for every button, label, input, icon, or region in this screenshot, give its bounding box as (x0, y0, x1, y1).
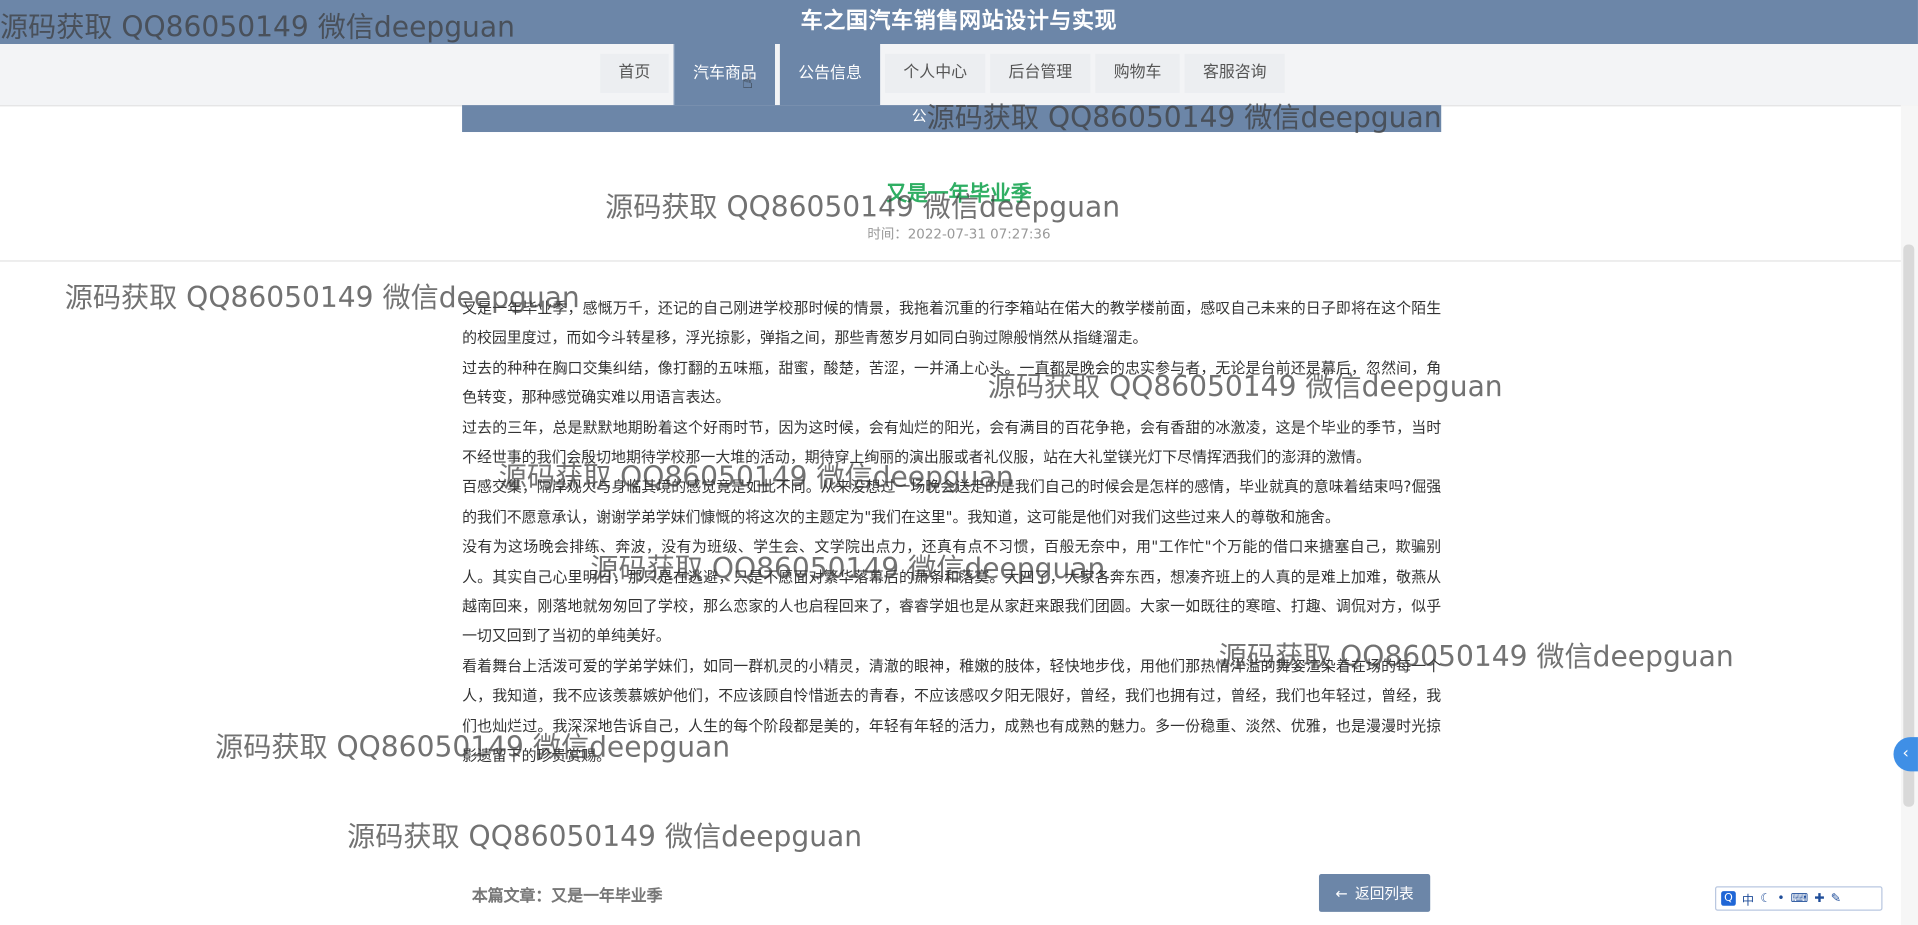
article-content: 又是一年毕业季，感慨万千，还记的自己刚进学校那时候的情景，我拖着沉重的行李箱站在… (462, 293, 1441, 770)
article-paragraph: 过去的种种在胸口交集纠结，像打翻的五味瓶，甜蜜，酸楚，苦涩，一并涌上心头。一直都… (462, 359, 1442, 407)
nav-item-announcements[interactable]: 公告信息 (779, 44, 881, 106)
article-paragraph: 百感交集，隔岸观火与身临其境的感觉竟是如此不同。从来没想过一场晚会送走的是我们自… (462, 478, 1442, 526)
article-paragraph: 没有为这场晚会排练、奔波，没有为班级、学生会、文学院出点力，还真有点不习惯，百般… (462, 538, 1442, 645)
ime-mode-label[interactable]: 中 (1742, 889, 1754, 907)
back-button-label: 返回列表 (1355, 885, 1414, 903)
mouse-pointer-icon: ☝ (741, 70, 754, 93)
site-title: 车之国汽车销售网站设计与实现 (800, 8, 1118, 35)
article-paragraph: 看着舞台上活泼可爱的学弟学妹们，如同一群机灵的小精灵，清澈的眼神，稚嫩的肢体，轻… (462, 657, 1442, 765)
top-header-bar: 车之国汽车销售网站设计与实现 (0, 0, 1918, 45)
article-paragraph: 过去的三年，总是默默地期盼着这个好雨时节，因为这时候，会有灿烂的阳光，会有满目的… (462, 418, 1442, 466)
punctuation-icon[interactable]: • (1777, 892, 1784, 905)
moon-icon[interactable]: ☾ (1760, 892, 1771, 905)
arrow-left-icon: ← (1335, 884, 1348, 902)
divider (0, 260, 1901, 262)
chevron-left-icon: ‹ (1902, 744, 1909, 763)
nav-menu: 首页 汽车商品 公告信息 个人中心 后台管理 购物车 客服咨询 (600, 44, 1285, 106)
nav-item-home[interactable]: 首页 (600, 53, 669, 93)
keyboard-icon[interactable]: ⌨ (1791, 892, 1809, 905)
ime-toolbar[interactable]: Q 中 ☾ • ⌨ ✚ ✎ (1715, 886, 1883, 911)
settings-icon[interactable]: ✎ (1831, 892, 1841, 905)
scrollbar-thumb[interactable] (1903, 244, 1915, 807)
current-article-label: 本篇文章：又是一年毕业季 (471, 887, 663, 906)
article-time: 时间：2022-07-31 07:27:36 (867, 226, 1051, 243)
nav-item-customer-service[interactable]: 客服咨询 (1184, 53, 1285, 93)
skin-icon[interactable]: ✚ (1814, 892, 1824, 905)
banner-text: 公 (911, 107, 927, 125)
article-paragraph: 又是一年毕业季，感慨万千，还记的自己刚进学校那时候的情景，我拖着沉重的行李箱站在… (462, 299, 1442, 347)
article-title: 又是一年毕业季 (886, 182, 1032, 207)
main-navbar: 首页 汽车商品 公告信息 个人中心 后台管理 购物车 客服咨询 (0, 44, 1918, 107)
watermark-text: 源码获取 QQ86050149 微信deepguan (347, 821, 863, 854)
nav-item-car-products[interactable]: 汽车商品 (673, 44, 776, 106)
side-collapse-tab[interactable]: ‹ (1893, 737, 1918, 772)
ime-logo-icon: Q (1721, 891, 1736, 906)
nav-item-admin[interactable]: 后台管理 (990, 53, 1091, 93)
back-to-list-button[interactable]: ← 返回列表 (1318, 874, 1431, 912)
nav-item-cart[interactable]: 购物车 (1095, 53, 1180, 93)
nav-item-personal-center[interactable]: 个人中心 (885, 53, 986, 93)
page-banner (462, 105, 1442, 133)
